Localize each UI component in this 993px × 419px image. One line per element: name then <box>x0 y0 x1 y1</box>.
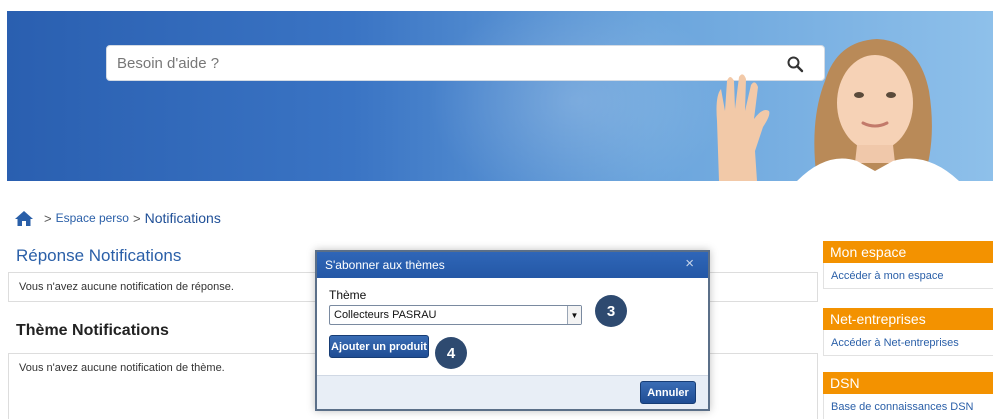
breadcrumb-espace-perso[interactable]: Espace perso <box>56 211 129 225</box>
reponse-empty-message: Vous n'avez aucune notification de répon… <box>19 281 234 293</box>
dialog-title: S'abonner aux thèmes <box>325 258 445 272</box>
dialog-footer: Annuler <box>317 375 708 409</box>
header-banner <box>7 11 993 181</box>
sidebar-panel-dsn: DSN Base de connaissances DSN <box>823 372 993 419</box>
dialog-body: Thème Collecteurs PASRAU ▼ Ajouter un pr… <box>317 278 708 375</box>
theme-select-value: Collecteurs PASRAU <box>334 309 437 321</box>
sidebar-panel-title: DSN <box>823 372 993 394</box>
add-product-button[interactable]: Ajouter un produit <box>329 335 429 358</box>
subscribe-themes-dialog: S'abonner aux thèmes × Thème Collecteurs… <box>315 250 710 411</box>
breadcrumb-separator: > <box>132 210 141 226</box>
dialog-header: S'abonner aux thèmes × <box>317 252 708 278</box>
theme-empty-message: Vous n'avez aucune notification de thème… <box>19 362 225 374</box>
chevron-down-icon[interactable]: ▼ <box>567 306 581 324</box>
breadcrumb: > Espace perso > Notifications <box>14 208 221 228</box>
breadcrumb-notifications: Notifications <box>144 210 221 226</box>
woman-photo <box>716 39 959 181</box>
sidebar-link-mon-espace[interactable]: Accéder à mon espace <box>823 263 993 289</box>
home-icon[interactable] <box>14 210 34 227</box>
theme-select[interactable]: Collecteurs PASRAU ▼ <box>329 305 582 325</box>
step-badge-4: 4 <box>435 337 467 369</box>
cancel-button[interactable]: Annuler <box>640 381 696 404</box>
step-badge-3: 3 <box>595 295 627 327</box>
close-icon[interactable]: × <box>685 255 694 272</box>
banner-glow <box>427 11 727 181</box>
theme-notifications-title: Thème Notifications <box>16 322 169 339</box>
sidebar-link-dsn[interactable]: Base de connaissances DSN <box>823 394 993 419</box>
sidebar-link-net-entreprises[interactable]: Accéder à Net-entreprises <box>823 330 993 356</box>
search-input[interactable] <box>117 46 777 80</box>
sidebar-panel-mon-espace: Mon espace Accéder à mon espace <box>823 241 993 289</box>
breadcrumb-separator: > <box>44 210 52 226</box>
theme-field-label: Thème <box>329 288 367 302</box>
sidebar-panel-net-entreprises: Net-entreprises Accéder à Net-entreprise… <box>823 308 993 356</box>
sidebar-panel-title: Net-entreprises <box>823 308 993 330</box>
reponse-notifications-title: Réponse Notifications <box>16 246 182 265</box>
sidebar-panel-title: Mon espace <box>823 241 993 263</box>
